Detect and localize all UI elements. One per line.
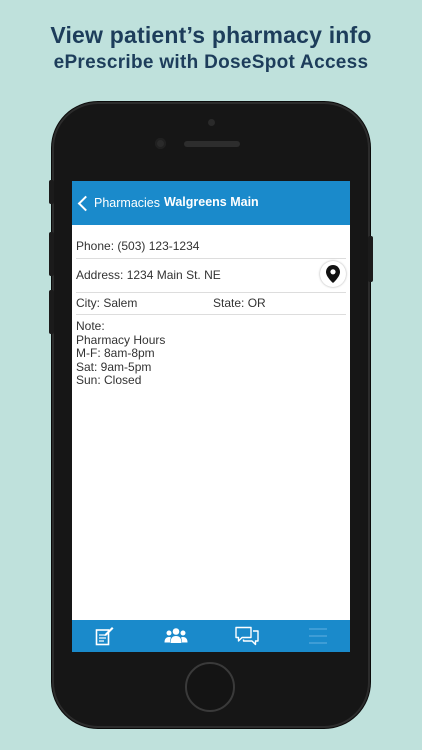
back-button[interactable]: Pharmacies <box>76 194 160 212</box>
tab-messages[interactable] <box>217 620 277 652</box>
app-store-screenshot: View patient’s pharmacy info ePrescribe … <box>0 0 422 750</box>
prescription-icon <box>95 627 114 646</box>
phone-number[interactable]: Phone: (503) 123-1234 <box>76 239 346 253</box>
divider <box>76 258 346 259</box>
tab-prescriptions[interactable] <box>74 620 134 652</box>
back-button-label: Pharmacies <box>94 196 160 210</box>
messages-icon <box>235 626 259 646</box>
tab-menu[interactable] <box>288 620 348 652</box>
headline-line-1: View patient’s pharmacy info <box>50 22 372 48</box>
divider <box>76 314 346 315</box>
front-camera <box>155 138 166 149</box>
city: City: Salem <box>76 296 138 310</box>
state: State: OR <box>213 296 266 310</box>
home-button[interactable] <box>185 662 235 712</box>
volume-up-button <box>49 232 54 276</box>
tab-patients[interactable] <box>146 620 206 652</box>
map-pin-button[interactable] <box>320 261 346 287</box>
menu-icon <box>309 628 327 644</box>
earpiece-speaker <box>184 141 240 147</box>
navigation-bar: Pharmacies Walgreens Main <box>72 181 350 225</box>
page-title: Walgreens Main <box>164 195 259 209</box>
headline-line-2: ePrescribe with DoseSpot Access <box>53 52 369 73</box>
chevron-left-icon <box>77 195 94 211</box>
map-pin-icon <box>326 265 340 283</box>
note-line: Pharmacy Hours <box>76 332 166 347</box>
mute-switch <box>49 180 54 204</box>
app-screen: Pharmacies Walgreens Main Phone: (503) 1… <box>72 181 350 652</box>
note-line: M-F: 8am-8pm <box>76 346 155 360</box>
note-label: Note: <box>76 319 105 333</box>
patients-icon <box>164 628 188 643</box>
front-sensor <box>208 119 215 126</box>
power-button <box>368 236 373 282</box>
pharmacy-note: Note: Pharmacy Hours M-F: 8am-8pm Sat: 9… <box>76 319 346 388</box>
note-line: Sat: 9am-5pm <box>76 359 152 374</box>
divider <box>76 292 346 293</box>
address: Address: 1234 Main St. NE <box>76 268 221 282</box>
tab-bar <box>72 620 350 652</box>
volume-down-button <box>49 290 54 334</box>
note-line: Sun: Closed <box>76 373 142 387</box>
